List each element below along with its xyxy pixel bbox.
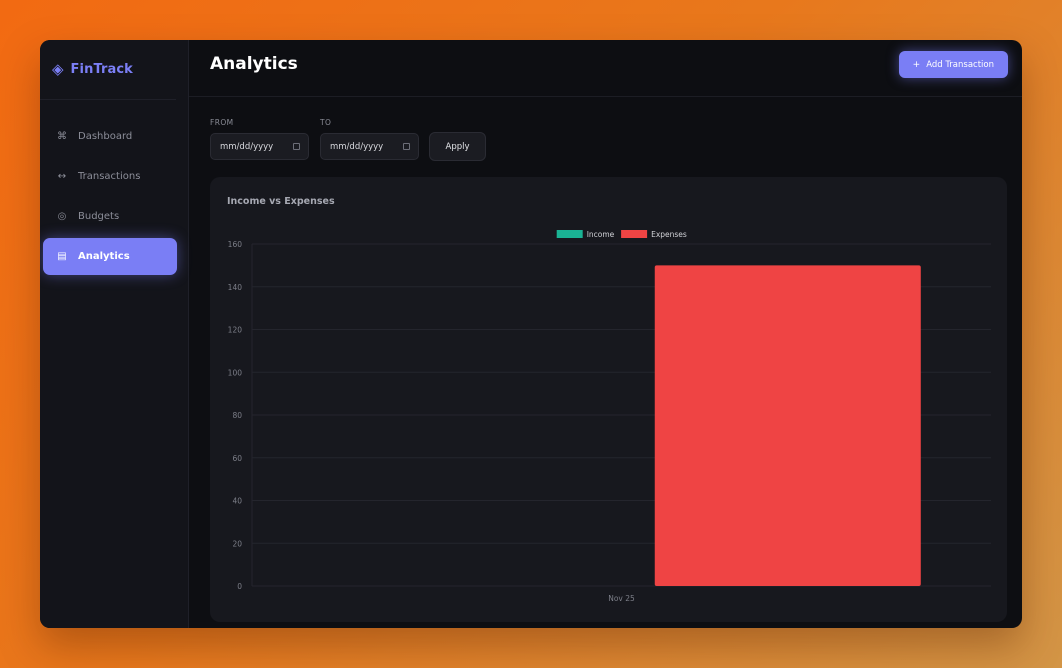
income-expenses-chart: 0 20 40 60 80 100 120 140 160 Nov 25 Income Expense…: [228, 230, 991, 603]
legend-swatch-income: [556, 230, 583, 238]
sidebar-nav: ⌘ Dashboard ↔ Transactions ◎ Budgets ▤ A…: [40, 118, 188, 275]
page-title: Analytics: [210, 54, 298, 74]
sidebar-item-transactions[interactable]: ↔ Transactions: [43, 158, 177, 195]
diamond-icon: ◈: [52, 60, 64, 78]
brand-name: FinTrack: [70, 62, 133, 77]
arrows-icon: ↔: [57, 171, 67, 182]
y-tick-label: 0: [237, 582, 242, 591]
legend-label-income: Income: [587, 230, 615, 239]
from-label: FROM: [210, 118, 234, 127]
add-transaction-button[interactable]: + Add Transaction: [898, 51, 1008, 78]
y-tick-label: 100: [228, 368, 243, 377]
chart-icon: ▤: [57, 251, 67, 262]
brand[interactable]: ◈ FinTrack: [40, 40, 176, 100]
y-tick-label: 80: [232, 411, 242, 420]
calendar-icon[interactable]: [403, 143, 410, 150]
legend-swatch-expenses: [621, 230, 648, 238]
y-tick-label: 40: [232, 497, 242, 506]
to-date-input[interactable]: mm/dd/yyyy: [320, 133, 419, 160]
from-field: FROM mm/dd/yyyy: [210, 118, 309, 160]
sidebar-item-analytics[interactable]: ▤ Analytics: [43, 238, 177, 275]
y-tick-label: 120: [228, 326, 243, 335]
plus-icon: +: [912, 59, 921, 70]
add-transaction-label: Add Transaction: [926, 59, 994, 70]
calendar-icon[interactable]: [293, 143, 300, 150]
apply-button[interactable]: Apply: [429, 132, 486, 161]
income-vs-expenses-card: Income vs Expenses 0 20 40 60 80 100 120 140 160…: [210, 177, 1007, 622]
x-tick-label: Nov 25: [608, 594, 635, 603]
bar-expenses: [654, 265, 921, 586]
from-date-input[interactable]: mm/dd/yyyy: [210, 133, 309, 160]
y-tick-label: 160: [228, 240, 243, 249]
app-window: ◈ FinTrack ⌘ Dashboard ↔ Transactions ◎ …: [40, 40, 1022, 628]
sidebar-item-dashboard[interactable]: ⌘ Dashboard: [43, 118, 177, 155]
command-icon: ⌘: [57, 131, 67, 142]
from-date-placeholder: mm/dd/yyyy: [220, 141, 274, 152]
to-field: TO mm/dd/yyyy: [320, 118, 419, 160]
y-tick-label: 60: [232, 454, 242, 463]
date-filters: FROM mm/dd/yyyy TO mm/dd/yyyy Apply: [210, 118, 610, 166]
sidebar-item-label: Analytics: [78, 251, 130, 262]
sidebar-item-label: Budgets: [78, 211, 120, 222]
legend-label-expenses: Expenses: [651, 230, 687, 239]
sidebar-item-label: Dashboard: [78, 131, 133, 142]
y-tick-label: 20: [232, 539, 242, 548]
sidebar-item-label: Transactions: [78, 171, 141, 182]
to-label: TO: [320, 118, 332, 127]
target-icon: ◎: [57, 211, 67, 222]
y-tick-label: 140: [228, 283, 243, 292]
main-content: Analytics + Add Transaction FROM mm/dd/y…: [189, 40, 1022, 628]
sidebar-item-budgets[interactable]: ◎ Budgets: [43, 198, 177, 235]
sidebar: ◈ FinTrack ⌘ Dashboard ↔ Transactions ◎ …: [40, 40, 189, 628]
to-date-placeholder: mm/dd/yyyy: [330, 141, 384, 152]
topbar: Analytics + Add Transaction: [189, 40, 1022, 97]
